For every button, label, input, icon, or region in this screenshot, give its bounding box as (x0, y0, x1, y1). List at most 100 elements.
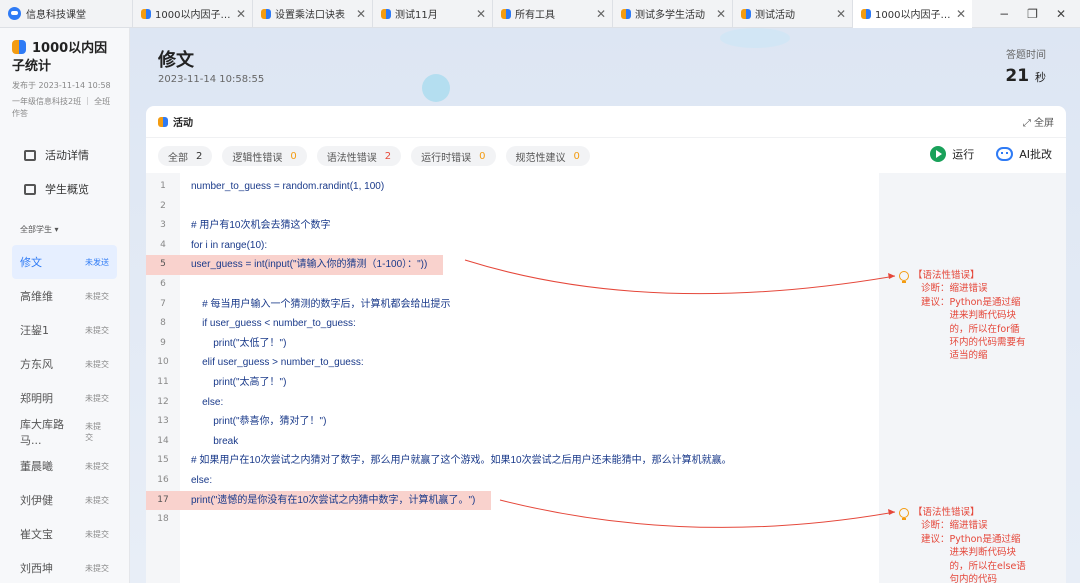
tab-1[interactable]: 1000以内因子统... ✕ (132, 0, 252, 28)
student-list: 修文 未发送 高维维 未提交 汪鋆1 未提交 方东风 未提交 郑明明 未提交 库大库路马... 未提交… (0, 245, 129, 583)
student-status: 未提交 (85, 495, 109, 505)
filter-chip-2[interactable]: 逻辑性错误 0 (222, 146, 307, 166)
student-list-item[interactable]: 刘西坤 未提交 (12, 551, 117, 583)
student-list-item[interactable]: 崔文宝 未提交 (12, 517, 117, 551)
line-number: 5 (146, 255, 180, 275)
tab-app-icon (861, 8, 871, 19)
line-number: 12 (157, 396, 169, 407)
student-list-item[interactable]: 郑明明 未提交 (12, 381, 117, 415)
code-line: 12 else: (146, 393, 879, 413)
suggestion-text: Python是通过缩进来判断代码块的，所以在else语句内的代码 (949, 533, 1026, 583)
code-text: elif user_guess > number_to_guess: (191, 357, 364, 369)
line-number: 16 (157, 475, 169, 485)
student-list-item[interactable]: 方东风 未提交 (12, 347, 117, 381)
student-name: 刘伊健 (20, 494, 53, 507)
filter-count: 0 (573, 150, 580, 162)
tab-label: 设置乘法口诀表 (275, 10, 345, 21)
close-tab-icon[interactable]: ✕ (476, 7, 486, 21)
line-number: 15 (157, 455, 169, 466)
close-tab-icon[interactable]: ✕ (356, 7, 366, 21)
tab-app-icon (261, 8, 271, 19)
tab-7[interactable]: 1000以内因子统... ✕ (852, 0, 972, 28)
line-number: 7 (160, 298, 166, 309)
student-list-item[interactable]: 库大库路马... 未提交 (12, 415, 117, 449)
code-line: 9 print("太低了！") (146, 334, 879, 354)
close-tab-icon[interactable]: ✕ (596, 7, 606, 21)
close-tab-icon[interactable]: ✕ (716, 7, 726, 21)
code-text: else: (191, 396, 224, 408)
filter-label: 规范性建议 (515, 152, 566, 164)
detail-icon (24, 149, 36, 161)
fullscreen-button[interactable]: ⤢ 全屏 (1023, 114, 1054, 129)
student-name: 汪鋆1 (20, 324, 49, 337)
tab-5[interactable]: 测试多学生活动 ✕ (612, 0, 732, 28)
code-line: 6 (146, 275, 879, 295)
code-text: print("恭喜你，猜对了！") (191, 416, 327, 428)
line-number: 18 (157, 514, 169, 525)
student-status: 未提交 (85, 359, 109, 369)
play-icon (930, 146, 947, 162)
code-text: print("太高了！") (191, 377, 287, 388)
answer-time-value: 21 秒 (1005, 66, 1046, 86)
sidebar-item-activity-detail[interactable]: 活动详情 (0, 138, 129, 172)
suggestion-text: Python是通过缩进来判断代码块的，所以在for循环内的代码需要有适当的缩 (949, 296, 1026, 362)
line-number: 6 (160, 279, 166, 289)
code-text: for i in range(10): (191, 239, 268, 251)
filter-chip-1[interactable]: 全部 2 (158, 146, 213, 166)
answer-time-label: 答题时间 (1006, 50, 1046, 61)
student-list-item[interactable]: 董晨曦 未提交 (12, 449, 117, 483)
line-number: 14 (157, 435, 169, 446)
line-number: 9 (160, 337, 166, 348)
tab-label: 测试活动 (755, 10, 795, 21)
close-tab-icon[interactable]: ✕ (236, 7, 246, 21)
activity-title: 1000以内因子统计 (0, 28, 129, 76)
overview-icon (24, 183, 36, 195)
student-status: 未提交 (85, 422, 102, 442)
filter-chip-5[interactable]: 规范性建议 0 (505, 146, 590, 166)
ai-grade-button[interactable]: AI批改 (996, 146, 1052, 162)
student-status: 未提交 (85, 563, 109, 573)
student-status: 未发送 (85, 257, 109, 267)
diagnosis-text: 缩进错误 (949, 520, 988, 532)
tab-2[interactable]: 设置乘法口诀表 ✕ (252, 0, 372, 28)
student-filter-dropdown[interactable]: 全部学生 ▾ (20, 224, 129, 235)
filter-chip-3[interactable]: 语法性错误 2 (316, 146, 402, 166)
close-window-icon[interactable]: ✕ (1056, 7, 1066, 21)
tab-label: 1000以内因子统... (875, 10, 952, 21)
student-name: 修文 (20, 256, 42, 269)
card-title: 活动 (173, 118, 193, 129)
code-text: print("遗憾的是你没有在10次尝试之内猜中数字，计算机赢了。") (180, 490, 492, 511)
code-line: 3 # 用户有10次机会去猜这个数字 (146, 216, 879, 236)
line-number: 13 (157, 416, 169, 427)
filter-count: 0 (479, 150, 486, 162)
suggestion-label: 建议： (921, 533, 950, 545)
student-list-item[interactable]: 刘伊健 未提交 (12, 483, 117, 517)
minimize-icon[interactable]: − (999, 7, 1009, 21)
student-list-item[interactable]: 高维维 未提交 (12, 279, 117, 313)
tab-label: 测试11月 (395, 10, 438, 21)
filter-count: 0 (290, 150, 297, 162)
code-editor[interactable]: 1 number_to_guess = random.randint(1, 100… (146, 173, 879, 583)
code-text: print("太低了！") (191, 337, 287, 349)
diagnostic-note: 【语法性错误】 诊断： 缩进错误 建议： Python是通过缩进来判断代码块的，所以在e… (899, 506, 1029, 583)
sidebar-item-student-overview[interactable]: 学生概览 (0, 172, 129, 206)
app-title: 信息科技课堂 (0, 6, 132, 21)
diagnostic-type: 【语法性错误】 (913, 507, 980, 518)
student-list-item[interactable]: 修文 未发送 (12, 245, 117, 279)
tab-3[interactable]: 测试11月 ✕ (372, 0, 492, 28)
app-logo-icon (8, 7, 21, 20)
tab-6[interactable]: 测试活动 ✕ (732, 0, 852, 28)
filter-label: 运行时错误 (421, 152, 472, 164)
close-tab-icon[interactable]: ✕ (956, 7, 966, 21)
line-number: 1 (160, 181, 166, 191)
student-name: 崔文宝 (20, 528, 53, 541)
tab-4[interactable]: 所有工具 ✕ (492, 0, 612, 28)
code-line: 15 # 如果用户在10次尝试之内猜对了数字，那么用户就赢了这个游戏。如果10次尝… (146, 451, 879, 471)
run-button[interactable]: 运行 (930, 146, 974, 162)
student-list-item[interactable]: 汪鋆1 未提交 (12, 313, 117, 347)
filter-chip-4[interactable]: 运行时错误 0 (411, 146, 496, 166)
line-number: 17 (146, 490, 180, 511)
tab-app-icon (741, 8, 751, 19)
restore-icon[interactable]: ❐ (1027, 7, 1038, 21)
close-tab-icon[interactable]: ✕ (836, 7, 846, 21)
